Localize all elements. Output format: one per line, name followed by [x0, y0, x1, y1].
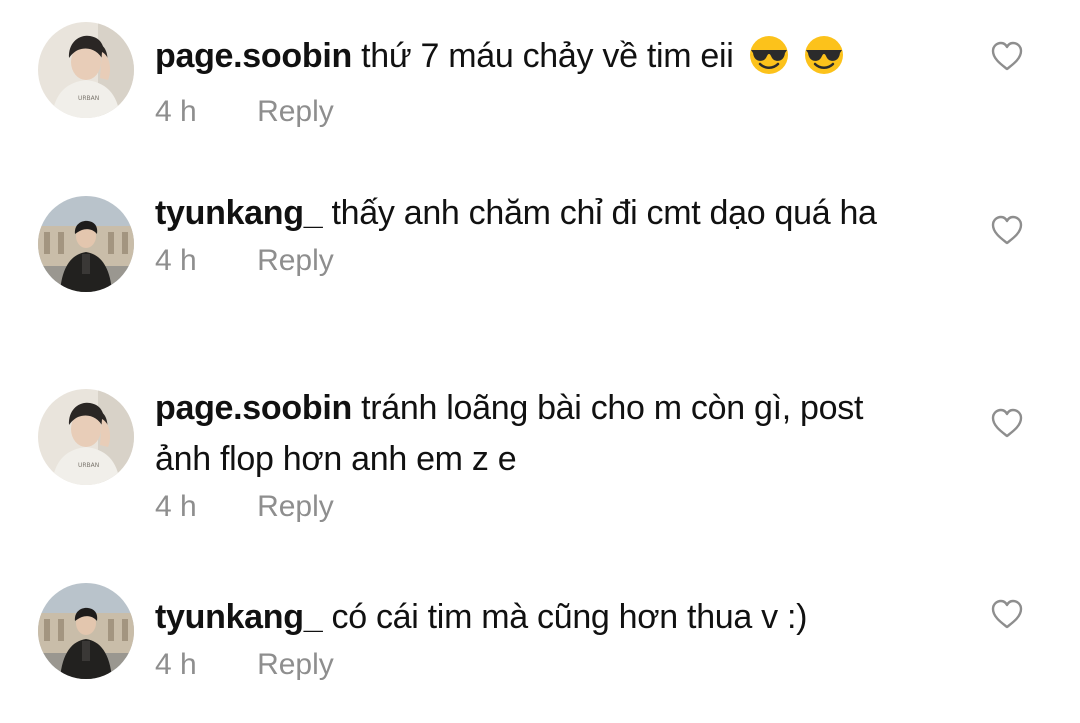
reply-button[interactable]: Reply	[257, 647, 334, 683]
comment-time: 4 h	[155, 490, 197, 523]
comment-meta: 4 h Reply	[155, 94, 935, 130]
svg-text:URBAN: URBAN	[78, 95, 99, 102]
heart-outline-icon[interactable]	[990, 598, 1024, 630]
comment-time: 4 h	[155, 244, 197, 277]
comment-text: thứ 7 máu chảy về tim eii	[361, 37, 734, 75]
comment-text-line: page.soobin thứ 7 máu chảy về tim eii	[155, 31, 935, 90]
comment-body: tyunkang_ thấy anh chăm chỉ đi cmt dạo q…	[155, 188, 935, 279]
comment-username[interactable]: page.soobin	[155, 37, 352, 75]
svg-text:URBAN: URBAN	[78, 462, 99, 469]
comment-body: tyunkang_ có cái tim mà cũng hơn thua v …	[155, 592, 935, 683]
comment-text-line: page.soobin tránh loãng bài cho m còn gì…	[155, 383, 895, 485]
heart-outline-icon[interactable]	[990, 40, 1024, 72]
comment-meta: 4 h Reply	[155, 647, 935, 683]
sunglasses-emoji	[802, 35, 846, 90]
reply-button[interactable]: Reply	[257, 243, 334, 279]
sunglasses-emoji	[747, 35, 791, 90]
heart-outline-icon[interactable]	[990, 214, 1024, 246]
heart-outline-icon[interactable]	[990, 407, 1024, 439]
comment-meta: 4 h Reply	[155, 489, 935, 525]
comment-body: page.soobin tránh loãng bài cho m còn gì…	[155, 383, 935, 525]
comment-time: 4 h	[155, 95, 197, 128]
reply-button[interactable]: Reply	[257, 489, 334, 525]
comment-username[interactable]: tyunkang_	[155, 598, 323, 636]
avatar[interactable]	[38, 583, 134, 679]
comment-time: 4 h	[155, 648, 197, 681]
comment-text-line: tyunkang_ có cái tim mà cũng hơn thua v …	[155, 592, 935, 643]
avatar[interactable]: URBAN	[38, 389, 134, 485]
comment-username[interactable]: tyunkang_	[155, 194, 323, 232]
comment-username[interactable]: page.soobin	[155, 389, 352, 427]
comment-text: thấy anh chăm chỉ đi cmt dạo quá ha	[331, 194, 877, 232]
reply-button[interactable]: Reply	[257, 94, 334, 130]
comment-text: có cái tim mà cũng hơn thua v :)	[331, 598, 808, 636]
comment-text-line: tyunkang_ thấy anh chăm chỉ đi cmt dạo q…	[155, 188, 915, 239]
avatar[interactable]	[38, 196, 134, 292]
avatar[interactable]: URBAN	[38, 22, 134, 118]
comment-body: page.soobin thứ 7 máu chảy về tim eii 4 …	[155, 31, 935, 130]
comment-meta: 4 h Reply	[155, 243, 935, 279]
